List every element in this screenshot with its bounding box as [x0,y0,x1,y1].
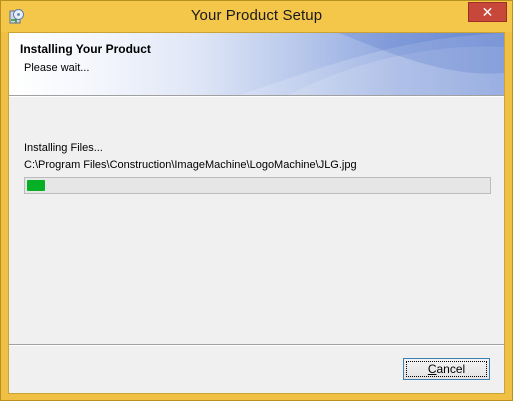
close-button[interactable]: ✕ [468,2,507,22]
title-bar[interactable]: Your Product Setup ✕ [1,1,512,32]
banner-title: Installing Your Product [20,42,151,56]
status-label: Installing Files... [24,142,103,154]
progress-fill [27,180,45,191]
setup-window: Your Product Setup ✕ Installing Your Pro… [0,0,513,401]
install-progress-bar [24,177,491,194]
cancel-label: ancel [436,362,466,376]
banner-subtitle: Please wait... [24,62,90,74]
footer-divider [9,344,504,346]
client-area: Installing Your Product Please wait... I… [8,32,505,394]
header-banner: Installing Your Product Please wait... [9,33,504,95]
cancel-button[interactable]: Cancel [403,358,490,380]
banner-divider [9,95,504,97]
current-file-path: C:\Program Files\Construction\ImageMachi… [24,159,357,171]
window-title: Your Product Setup [190,7,323,24]
close-icon: ✕ [481,4,494,20]
